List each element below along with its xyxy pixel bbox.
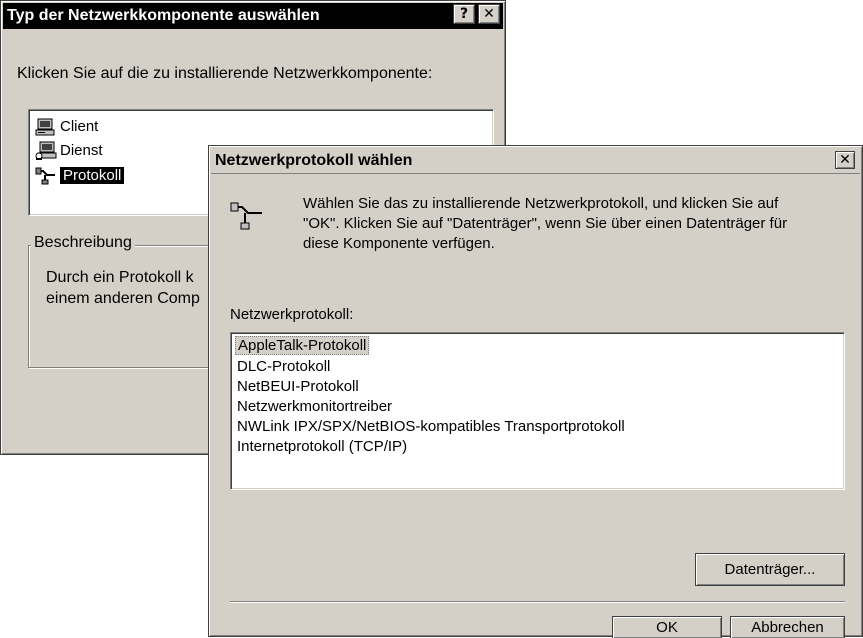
list-item[interactable]: Internetprotokoll (TCP/IP) bbox=[237, 436, 407, 457]
select-protocol-dialog: Netzwerkprotokoll wählen ✕ Wählen Sie da… bbox=[208, 145, 863, 638]
list-item-label: Dienst bbox=[60, 142, 103, 159]
close-button[interactable]: ✕ bbox=[478, 4, 500, 24]
select-protocol-titlebar[interactable]: Netzwerkprotokoll wählen bbox=[211, 148, 860, 174]
list-item-label: Protokoll bbox=[60, 167, 125, 184]
list-item[interactable]: NetBEUI-Protokoll bbox=[237, 376, 359, 397]
list-item-service[interactable]: Dienst bbox=[35, 140, 103, 161]
list-item[interactable]: Netzwerkmonitortreiber bbox=[237, 396, 392, 417]
protocol-list-label: Netzwerkprotokoll: bbox=[230, 306, 354, 323]
description-label: Beschreibung bbox=[31, 234, 135, 252]
intro-line3: diese Komponente verfügen. bbox=[303, 235, 495, 252]
list-item-protocol[interactable]: Protokoll bbox=[35, 165, 125, 186]
component-instruction: Klicken Sie auf die zu installierende Ne… bbox=[17, 65, 433, 82]
list-item-client[interactable]: Client bbox=[35, 116, 98, 137]
cancel-button[interactable]: Abbrechen bbox=[730, 616, 845, 638]
list-item[interactable]: NWLink IPX/SPX/NetBIOS-kompatibles Trans… bbox=[237, 416, 625, 437]
list-item-label: Client bbox=[60, 118, 99, 135]
close-icon: ✕ bbox=[483, 6, 495, 22]
select-protocol-title: Netzwerkprotokoll wählen bbox=[215, 151, 413, 169]
network-plug-icon bbox=[35, 167, 55, 184]
computer-icon bbox=[35, 118, 55, 135]
help-button[interactable]: ? bbox=[453, 4, 475, 24]
select-component-titlebar[interactable]: Typ der Netzwerkkomponente auswählen bbox=[3, 3, 503, 29]
disk-button[interactable]: Datenträger... bbox=[695, 553, 845, 586]
ok-button[interactable]: OK bbox=[612, 616, 722, 638]
description-text-line1: Durch ein Protokoll k bbox=[46, 269, 194, 286]
list-item[interactable]: AppleTalk-Protokoll bbox=[235, 335, 370, 356]
close-icon: ✕ bbox=[839, 152, 851, 168]
close-button[interactable]: ✕ bbox=[835, 151, 855, 169]
select-component-title: Typ der Netzwerkkomponente auswählen bbox=[7, 7, 320, 24]
button-divider bbox=[230, 601, 845, 603]
intro-line2: "OK". Klicken Sie auf "Datenträger", wen… bbox=[303, 215, 788, 232]
list-item[interactable]: DLC-Protokoll bbox=[237, 356, 330, 377]
service-computer-icon bbox=[35, 141, 57, 160]
network-plug-icon bbox=[230, 202, 262, 230]
description-text-line2: einem anderen Comp bbox=[46, 290, 200, 307]
protocol-list[interactable]: AppleTalk-Protokoll DLC-Protokoll NetBEU… bbox=[230, 332, 845, 490]
intro-line1: Wählen Sie das zu installierende Netzwer… bbox=[303, 195, 779, 212]
